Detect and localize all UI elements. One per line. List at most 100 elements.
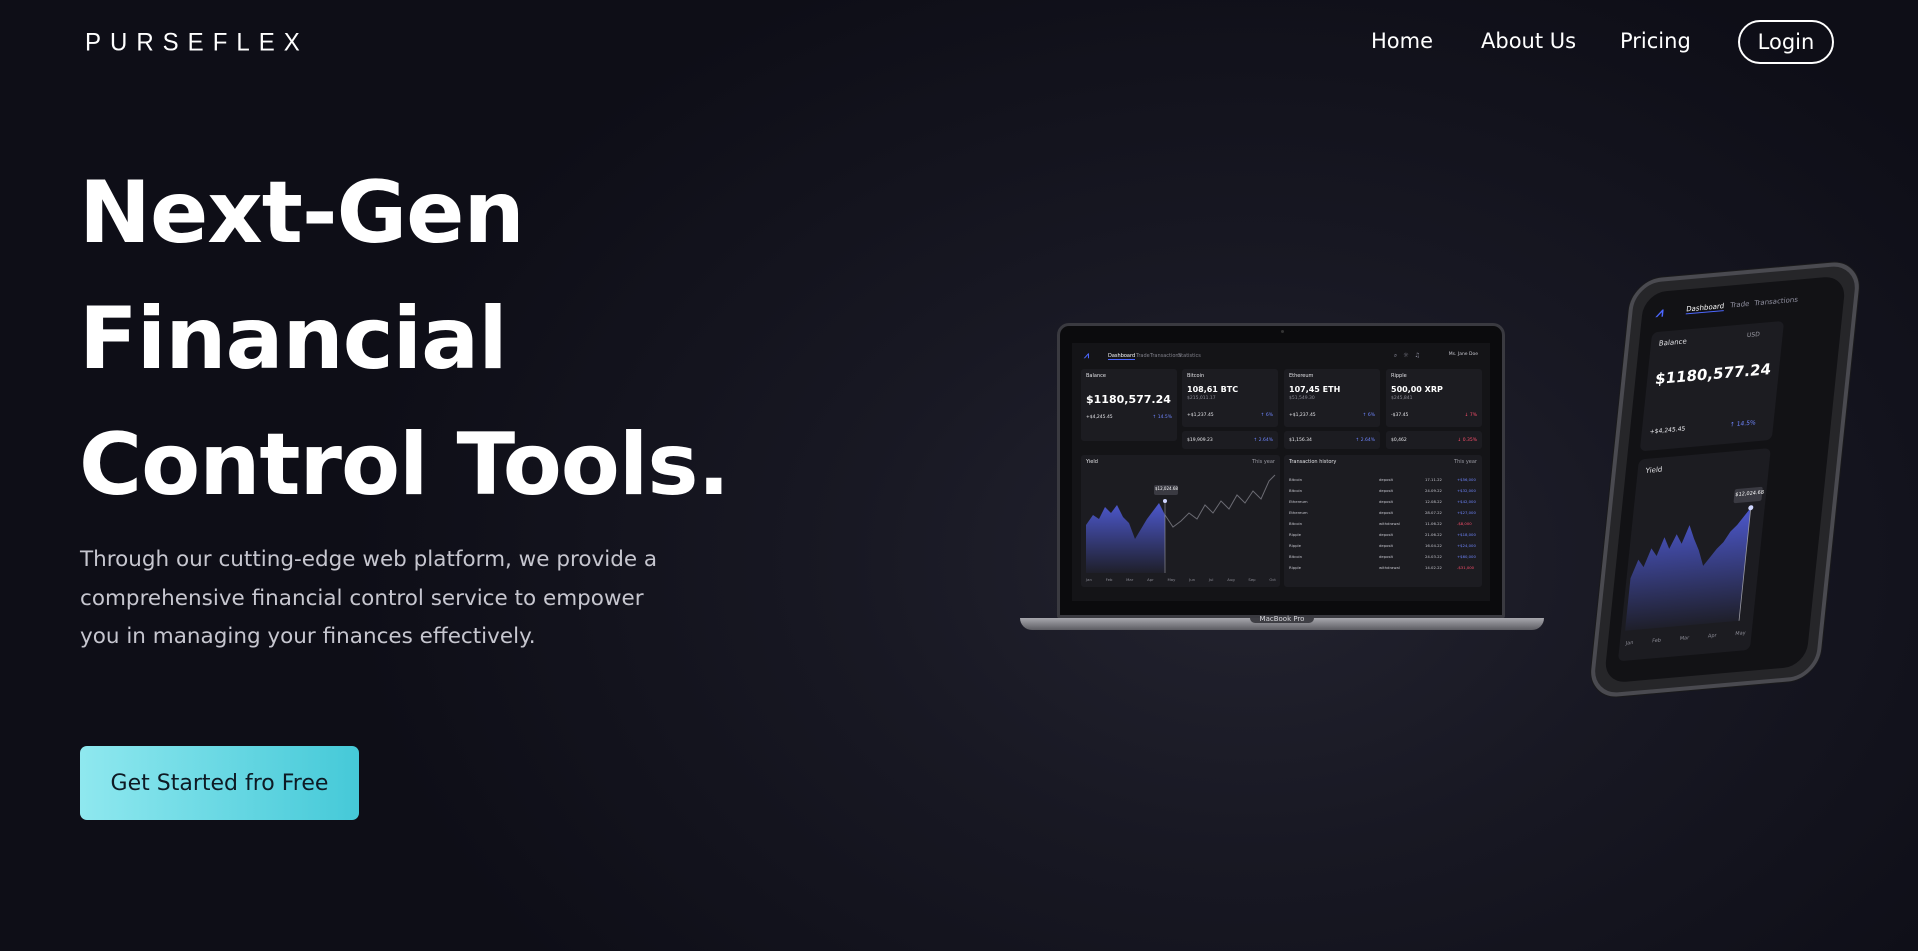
table-cell: 28.07.22 (1425, 510, 1442, 515)
camera-dot (1281, 330, 1284, 333)
currency-label: USD (1746, 330, 1761, 340)
month-label: Oct (1269, 577, 1276, 582)
table-cell: deposit (1379, 488, 1394, 493)
table-cell: deposit (1379, 477, 1394, 482)
month-label: Mar (1126, 577, 1134, 582)
transaction-history-card: Transaction history This year Bitcoin dep… (1284, 455, 1482, 587)
tab-trade: Trade (1136, 353, 1150, 359)
mini-percent: ↑ 2.64% (1355, 438, 1376, 443)
laptop-lid: ⩘ Dashboard Trade Transactions Statistic… (1057, 323, 1505, 618)
brand-logo[interactable]: PURSEFLEX (85, 28, 309, 57)
table-cell: 16.04.22 (1425, 543, 1442, 548)
card-sub: $51,549.30 (1289, 396, 1315, 401)
month-label: Aug (1227, 577, 1235, 582)
laptop-mockup: ⩘ Dashboard Trade Transactions Statistic… (1020, 323, 1544, 638)
month-label: May (1167, 577, 1176, 582)
table-cell: withdrawal (1379, 521, 1400, 526)
balance-card: Balance $1180,577.24 +$4,245.45 ↑ 14.5% (1081, 369, 1177, 441)
tab-dashboard: Dashboard (1108, 353, 1136, 360)
table-row: Bitcoin deposit 24.09.22 +$32,000 (1289, 488, 1477, 498)
table-cell: +$32,000 (1457, 488, 1476, 493)
table-cell: +$18,000 (1457, 532, 1476, 537)
phone-tab-dashboard: Dashboard (1685, 302, 1725, 315)
tab-transactions: Transactions (1150, 353, 1182, 359)
month-label: Mar (1679, 635, 1690, 642)
toolbar-icons: ⌕☼♫ (1393, 352, 1426, 359)
table-cell: 11.06.22 (1425, 521, 1442, 526)
dashboard-topbar: ⩘ Dashboard Trade Transactions Statistic… (1084, 351, 1478, 363)
table-cell: withdrawal (1379, 565, 1400, 570)
mini-value: $19,909.23 (1187, 438, 1213, 443)
table-row: Bitcoin withdrawal 11.06.22 -$8,000 (1289, 521, 1477, 531)
nav-pricing-link[interactable]: Pricing (1620, 29, 1691, 53)
user-name: Ms. Jane Doe (1448, 352, 1478, 357)
card-percent: ↓ 7% (1464, 413, 1477, 418)
login-button[interactable]: Login (1738, 20, 1834, 64)
table-cell: deposit (1379, 554, 1394, 559)
table-cell: 24.09.22 (1425, 488, 1442, 493)
ethereum-card: Ethereum 107,45 ETH $51,549.30 +$1,237.4… (1284, 369, 1380, 427)
table-cell: deposit (1379, 543, 1394, 548)
cursor-point (1748, 505, 1754, 511)
laptop-screen: ⩘ Dashboard Trade Transactions Statistic… (1072, 343, 1490, 601)
card-title: Ethereum (1289, 373, 1314, 379)
table-cell: 21.06.22 (1425, 532, 1442, 537)
table-cell: +$56,000 (1457, 477, 1476, 482)
phone-yield-card: Yield $12,024.68 Jan Feb Mar Apr May (1617, 447, 1771, 662)
period-select: This year (1454, 459, 1477, 465)
hero-description: Through our cutting-edge web platform, w… (80, 547, 658, 649)
get-started-button[interactable]: Get Started fro Free (80, 746, 359, 820)
top-nav: PURSEFLEX Home About Us Pricing Login (0, 0, 1918, 84)
nav-home-link[interactable]: Home (1371, 29, 1433, 53)
balance-value: $1180,577.24 (1654, 359, 1772, 389)
app-logo-icon: ⩘ (1084, 351, 1090, 361)
table-row: Ethereum deposit 12.08.22 +$42,000 (1289, 499, 1477, 509)
card-profit: +$1,237.45 (1289, 413, 1316, 418)
table-row: Bitcoin deposit 17.11.22 +$56,000 (1289, 477, 1477, 487)
month-label: Jan (1086, 577, 1092, 582)
card-percent: ↑ 14.5% (1152, 415, 1173, 420)
mini-percent: ↑ 2.64% (1253, 438, 1274, 443)
card-percent: ↑ 6% (1260, 413, 1273, 418)
phone-balance-card: Balance USD $1180,577.24 +$4,245.45 ↑ 14… (1639, 320, 1785, 452)
table-cell: -$31,000 (1457, 565, 1475, 570)
table-cell: +$24,000 (1457, 543, 1476, 548)
card-value: $1180,577.24 (1086, 393, 1171, 406)
phone-screen: ⩘ Dashboard Trade Transactions Balance U… (1603, 275, 1847, 684)
hero-title-line: Next-Gen (79, 163, 525, 263)
table-cell: Ripple (1289, 565, 1301, 570)
bitcoin-card: Bitcoin 108,61 BTC $215,011.17 +$1,237.4… (1182, 369, 1278, 427)
table-cell: Bitcoin (1289, 477, 1303, 482)
yield-area (1086, 503, 1165, 573)
mini-card: $1,156.34 ↑ 2.64% (1284, 431, 1380, 449)
table-cell: Ripple (1289, 543, 1301, 548)
chart-tooltip: $12,024.68 (1155, 486, 1178, 491)
hero-title: Next-Gen Financial Control Tools. (79, 150, 730, 528)
nav-about-link[interactable]: About Us (1481, 29, 1576, 53)
table-cell: +$42,000 (1457, 499, 1476, 504)
table-cell: 12.08.22 (1425, 499, 1442, 504)
mini-value: $0,462 (1391, 438, 1407, 443)
ripple-card: Ripple 500,00 XRP $245,841 -$37.45 ↓ 7% (1386, 369, 1482, 427)
yield-line (1164, 474, 1276, 528)
month-label: Apr (1147, 577, 1154, 582)
table-cell: 17.11.22 (1425, 477, 1442, 482)
phone-tab-transactions: Transactions (1753, 295, 1799, 308)
table-cell: Ethereum (1289, 499, 1308, 504)
table-cell: Ripple (1289, 532, 1301, 537)
month-label: Jul (1208, 577, 1214, 582)
profit-value: +$4,245.45 (1649, 425, 1686, 436)
mini-card: $0,462 ↓ 0.35% (1386, 431, 1482, 449)
card-value: 500,00 XRP (1391, 385, 1443, 394)
card-percent: ↑ 6% (1362, 413, 1375, 418)
card-profit: +$1,237.45 (1187, 413, 1214, 418)
table-row: Ripple deposit 21.06.22 +$18,000 (1289, 532, 1477, 542)
hero-title-line: Financial (79, 289, 508, 389)
phone-tab-trade: Trade (1729, 299, 1750, 310)
card-value: 107,45 ETH (1289, 385, 1341, 394)
table-cell: deposit (1379, 510, 1394, 515)
app-logo-icon: ⩘ (1655, 305, 1665, 322)
table-cell: deposit (1379, 499, 1394, 504)
month-label: Jan (1625, 639, 1634, 647)
yield-chart (1086, 474, 1276, 573)
